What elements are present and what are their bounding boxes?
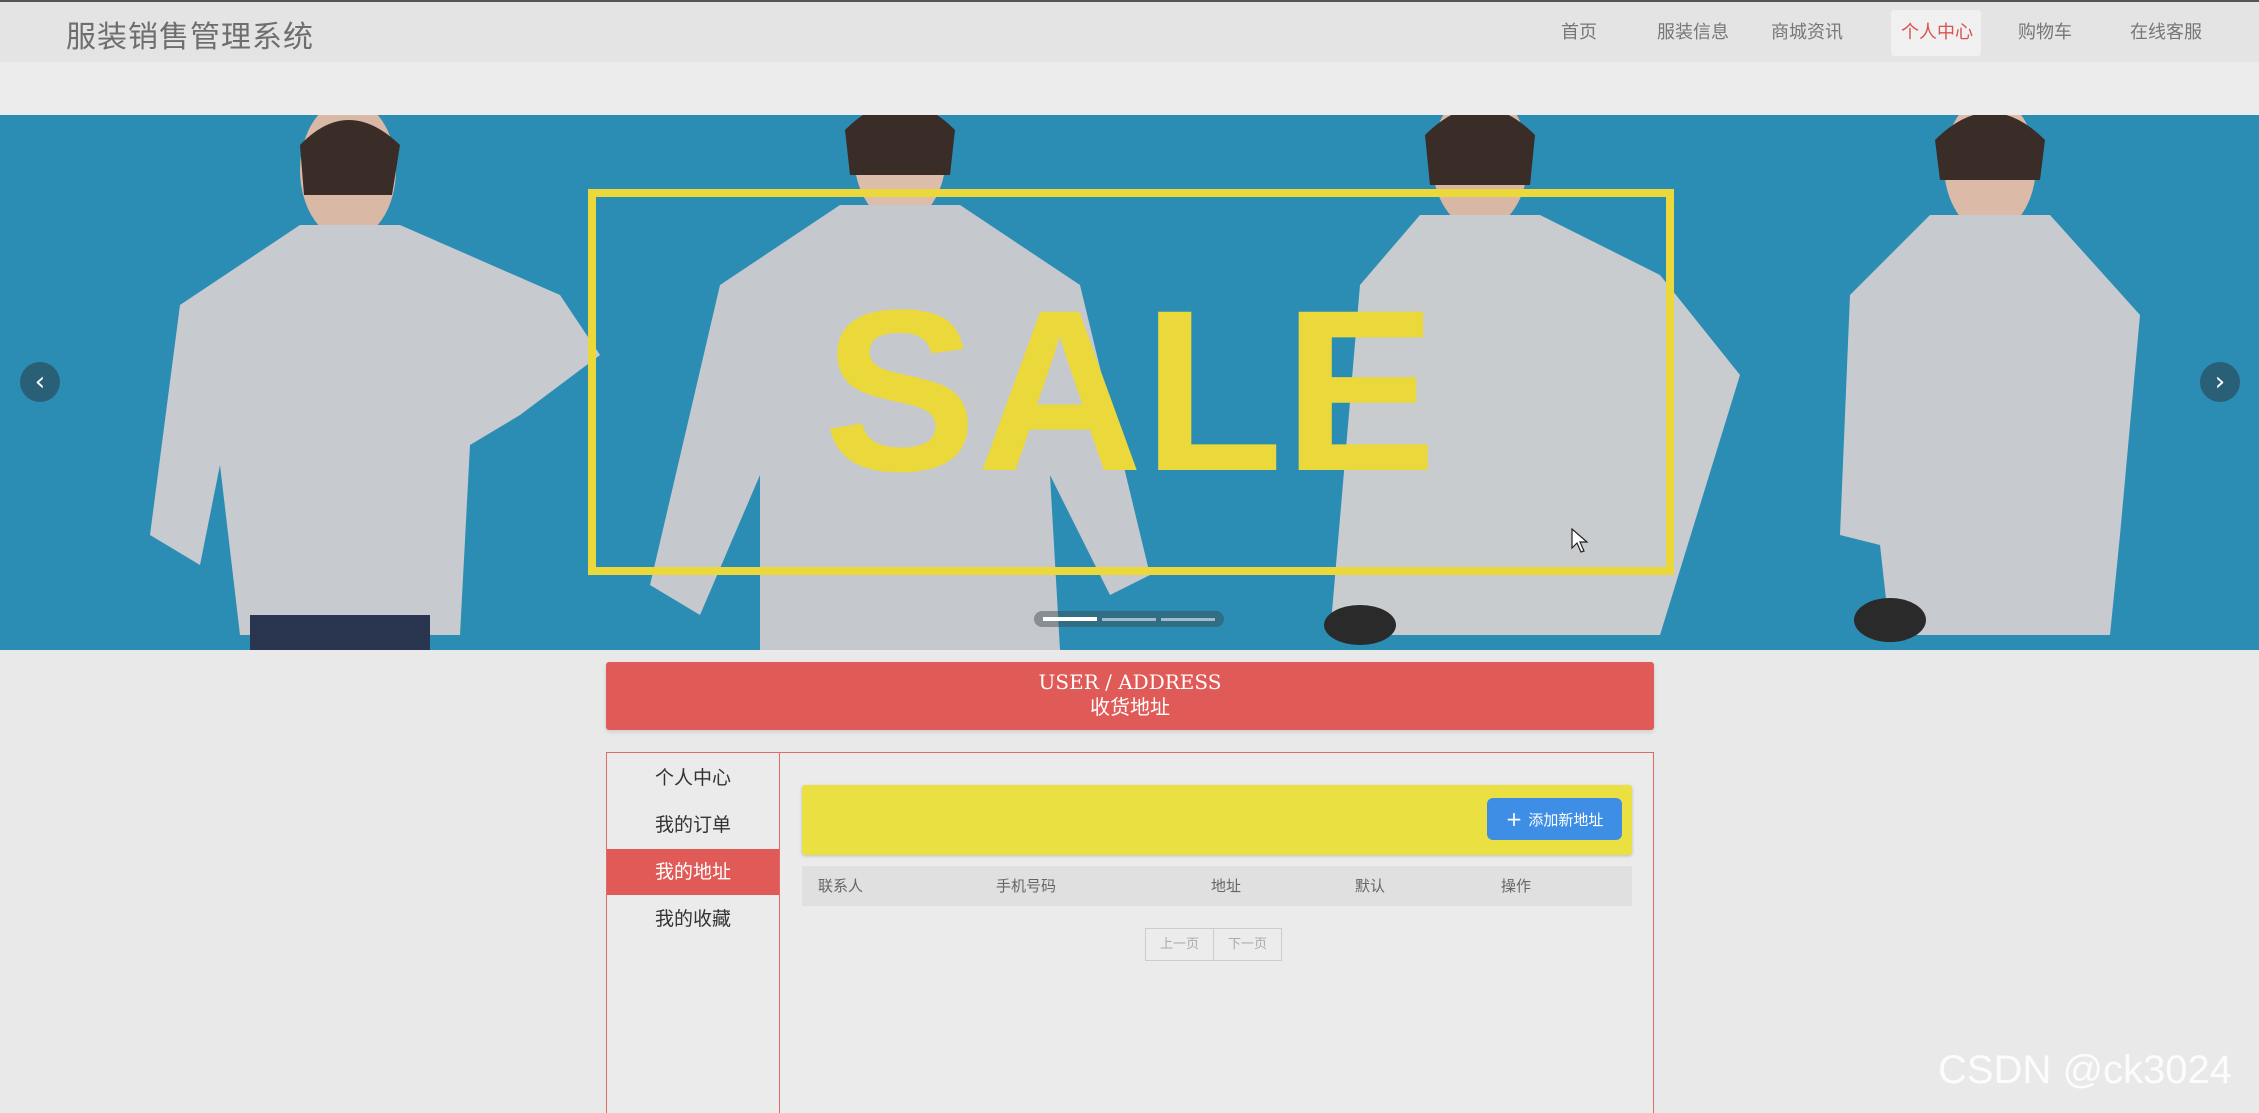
nav-online-service[interactable]: 在线客服 bbox=[2119, 10, 2213, 56]
user-sidebar: 个人中心 我的订单 我的地址 我的收藏 bbox=[607, 753, 780, 1113]
column-address: 地址 bbox=[1211, 877, 1242, 895]
brand-title[interactable]: 服装销售管理系统 bbox=[66, 12, 314, 56]
banner-image: SALE bbox=[0, 115, 2259, 650]
address-table-header: 联系人 手机号码 地址 默认 操作 bbox=[802, 866, 1632, 906]
column-actions: 操作 bbox=[1501, 877, 1532, 895]
section-title-en: USER / ADDRESS bbox=[1038, 670, 1222, 694]
column-phone: 手机号码 bbox=[996, 877, 1057, 895]
watermark: CSDN @ck3024 bbox=[1938, 1048, 2233, 1092]
sidebar-item-my-favorites[interactable]: 我的收藏 bbox=[607, 896, 779, 942]
sidebar-item-my-address[interactable]: 我的地址 bbox=[607, 849, 779, 895]
nav-personal-center[interactable]: 个人中心 bbox=[1891, 10, 1981, 56]
section-title-cn: 收货地址 bbox=[1090, 695, 1170, 719]
pagination: 上一页 下一页 bbox=[1145, 928, 1283, 961]
banner-carousel[interactable]: SALE ‹ › bbox=[0, 115, 2259, 650]
chevron-left-icon[interactable]: ‹ bbox=[20, 362, 60, 402]
sidebar-item-my-orders[interactable]: 我的订单 bbox=[607, 802, 779, 848]
plus-icon: + bbox=[1505, 807, 1523, 831]
nav-cart[interactable]: 购物车 bbox=[2009, 10, 2081, 56]
top-navbar: 服装销售管理系统 首页 服装信息 商城资讯 个人中心 购物车 在线客服 bbox=[0, 0, 2259, 62]
content-frame: 个人中心 我的订单 我的地址 我的收藏 + 添加新地址 联系人 手机号码 地址 … bbox=[606, 752, 1654, 1113]
carousel-dot-1[interactable] bbox=[1043, 617, 1097, 621]
banner-sale-text: SALE bbox=[823, 262, 1436, 519]
sub-bar bbox=[0, 62, 2259, 115]
column-contact: 联系人 bbox=[818, 877, 864, 895]
carousel-dot-3[interactable] bbox=[1161, 618, 1215, 621]
section-header: USER / ADDRESS 收货地址 bbox=[606, 662, 1654, 730]
prev-page-button[interactable]: 上一页 bbox=[1145, 928, 1215, 961]
add-address-label: 添加新地址 bbox=[1528, 810, 1604, 829]
carousel-dot-2[interactable] bbox=[1102, 618, 1156, 621]
address-panel: + 添加新地址 联系人 手机号码 地址 默认 操作 上一页 下一页 bbox=[781, 753, 1653, 1113]
add-address-button[interactable]: + 添加新地址 bbox=[1487, 798, 1622, 840]
address-toolbar: + 添加新地址 bbox=[802, 785, 1632, 855]
nav-home[interactable]: 首页 bbox=[1549, 10, 1609, 56]
next-page-button[interactable]: 下一页 bbox=[1214, 928, 1283, 961]
mouse-cursor-icon bbox=[1571, 528, 1589, 553]
carousel-indicators bbox=[1034, 611, 1224, 627]
column-default: 默认 bbox=[1355, 877, 1386, 895]
sidebar-item-personal-center[interactable]: 个人中心 bbox=[607, 755, 779, 801]
nav-clothing-info[interactable]: 服装信息 bbox=[1646, 10, 1740, 56]
nav-mall-news[interactable]: 商城资讯 bbox=[1760, 10, 1854, 56]
chevron-right-icon[interactable]: › bbox=[2200, 362, 2240, 402]
